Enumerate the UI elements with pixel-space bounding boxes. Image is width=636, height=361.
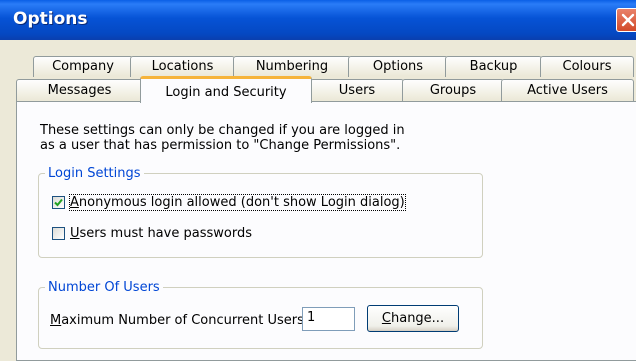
max-concurrent-users-label: Maximum Number of Concurrent Users: xyxy=(50,313,308,328)
mnemonic: C xyxy=(381,311,391,326)
label-text: sers must have passwords xyxy=(79,226,252,241)
mnemonic: U xyxy=(70,226,80,241)
permission-info-text: These settings can only be changed if yo… xyxy=(40,123,405,153)
users-must-have-passwords-checkbox[interactable] xyxy=(52,227,65,240)
users-must-have-passwords-label[interactable]: Users must have passwords xyxy=(70,226,252,241)
tab-company[interactable]: Company xyxy=(33,56,133,77)
mnemonic: M xyxy=(50,313,62,328)
tab-label: Users xyxy=(338,83,376,98)
tab-label: Company xyxy=(52,59,114,74)
tab-label: Login and Security xyxy=(165,85,287,100)
change-button[interactable]: Change... xyxy=(367,305,459,332)
tab-active-users[interactable]: Active Users xyxy=(501,79,634,101)
tab-label: Active Users xyxy=(527,83,608,98)
button-label: hange... xyxy=(390,311,445,326)
title-bar[interactable]: Options xyxy=(0,0,636,40)
tab-label: Locations xyxy=(151,59,214,74)
window-title: Options xyxy=(13,9,88,29)
tab-label: Colours xyxy=(562,59,612,74)
close-button[interactable] xyxy=(616,8,636,32)
anonymous-login-checkbox[interactable] xyxy=(52,196,65,209)
anonymous-login-label[interactable]: Anonymous login allowed (don't show Logi… xyxy=(69,194,406,211)
tab-users[interactable]: Users xyxy=(310,79,404,101)
number-of-users-legend: Number Of Users xyxy=(45,280,163,295)
tab-backup[interactable]: Backup xyxy=(445,56,542,77)
login-settings-legend: Login Settings xyxy=(45,166,144,181)
tab-locations[interactable]: Locations xyxy=(130,56,235,77)
tab-groups[interactable]: Groups xyxy=(402,79,504,101)
login-settings-group xyxy=(38,173,483,258)
info-line: as a user that has permission to "Change… xyxy=(40,138,401,153)
label-text: aximum Number of Concurrent Users: xyxy=(61,313,309,328)
tab-messages[interactable]: Messages xyxy=(16,79,143,101)
tab-label: Messages xyxy=(47,83,112,98)
tab-label: Options xyxy=(372,59,424,74)
tab-login-and-security[interactable]: Login and Security xyxy=(140,76,312,103)
tab-label: Numbering xyxy=(255,59,329,74)
tab-label: Backup xyxy=(469,59,518,74)
mnemonic: A xyxy=(70,195,79,210)
tab-label: Groups xyxy=(429,83,477,98)
tab-numbering[interactable]: Numbering xyxy=(233,56,351,77)
tab-options[interactable]: Options xyxy=(348,56,448,77)
checkmark-icon xyxy=(54,198,63,207)
label-text: nonymous login allowed (don't show Login… xyxy=(78,195,405,210)
max-concurrent-users-input[interactable]: 1 xyxy=(302,307,355,331)
close-icon xyxy=(621,13,635,27)
info-line: These settings can only be changed if yo… xyxy=(40,123,405,138)
tab-colours[interactable]: Colours xyxy=(540,56,634,77)
